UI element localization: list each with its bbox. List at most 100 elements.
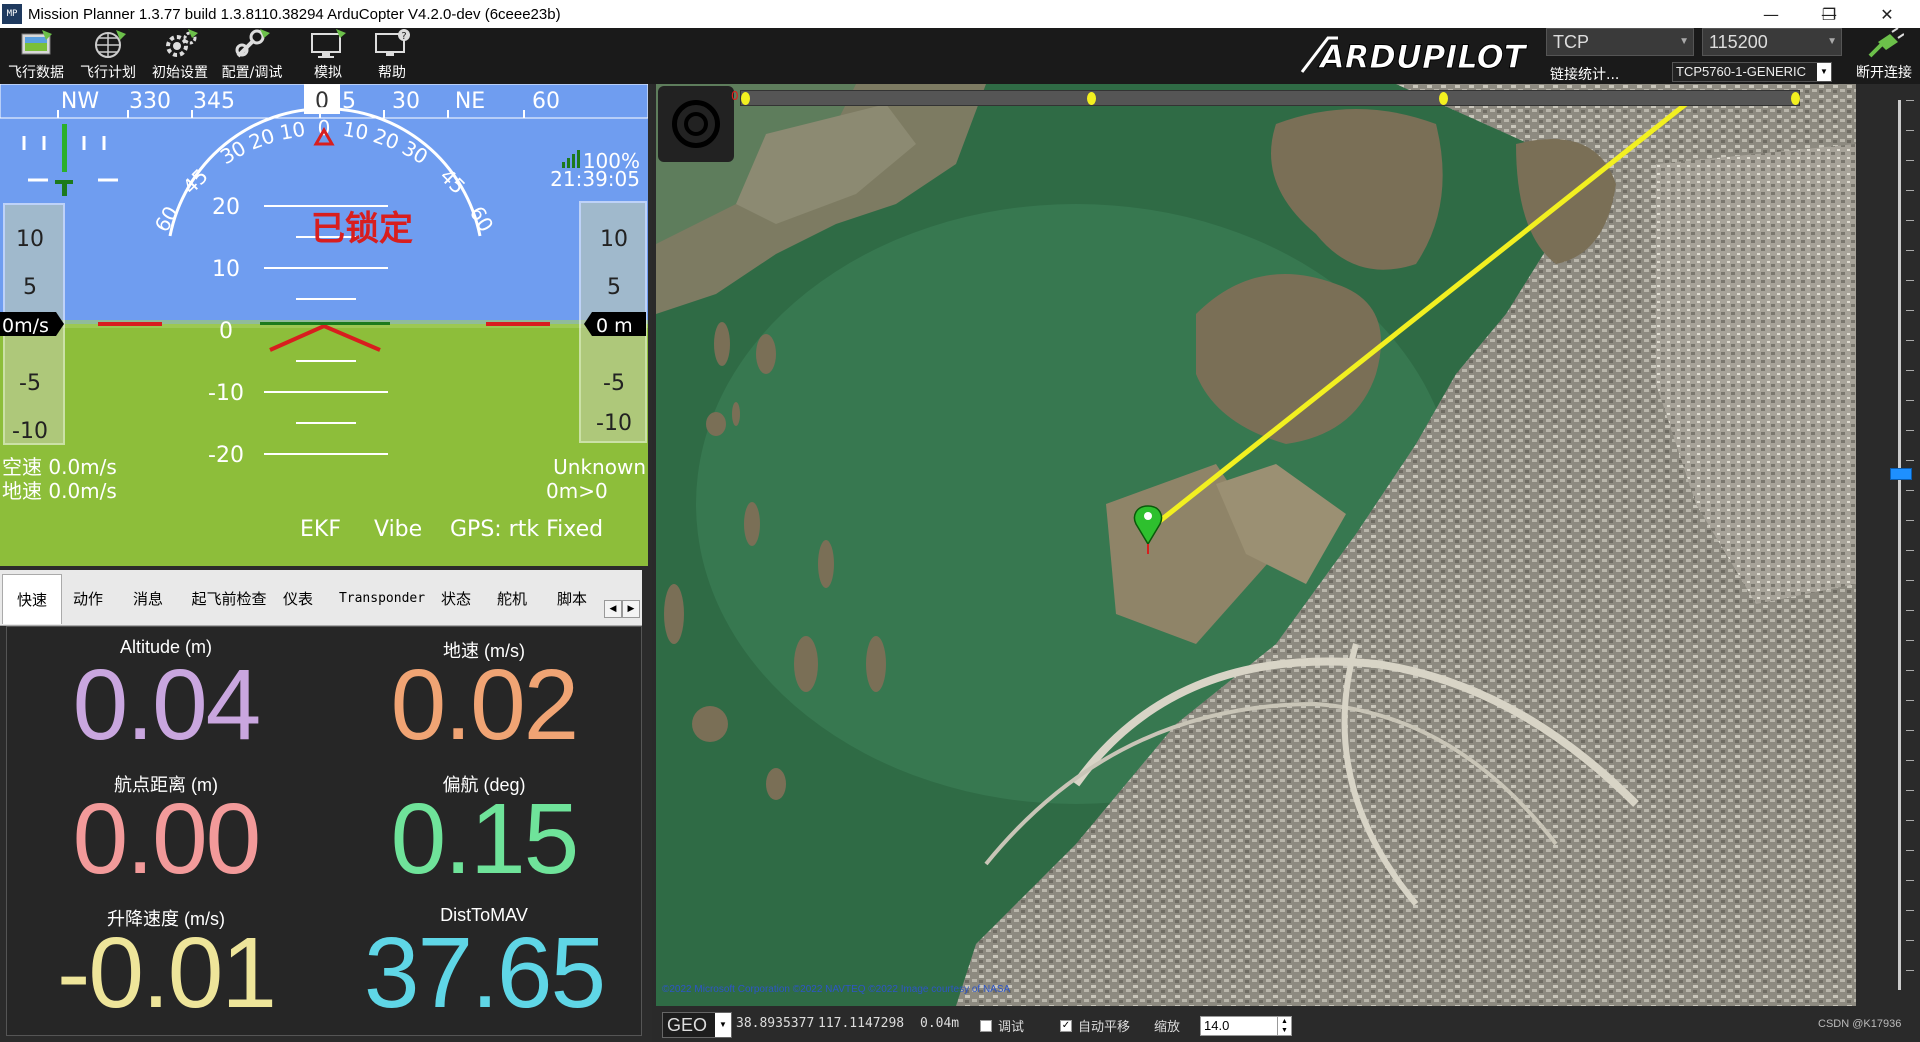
speed-readout: 0m/s [2, 315, 49, 337]
quick-groundspeed-value: 0.02 [390, 649, 580, 761]
baud-rate-value: 115200 [1709, 32, 1768, 52]
quick-dist-to-mav[interactable]: DistToMAV 37.65 [325, 895, 643, 1031]
pitch-tick-label: -20 [208, 443, 244, 468]
hud-time: 21:39:05 [550, 167, 640, 191]
roll-tick-label: 10 [278, 117, 307, 145]
tab-transponder[interactable]: Transponder [330, 576, 434, 620]
timeline-marker[interactable] [1791, 92, 1800, 105]
tab-quick[interactable]: 快速 [2, 574, 62, 624]
main-toolbar: 飞行数据 飞行计划 初始设置 配置/调试 模拟 ? 帮助 ARDUPILOT T… [0, 28, 1920, 84]
timeline-marker[interactable] [1439, 92, 1448, 105]
zoom-slider-thumb[interactable] [1890, 468, 1912, 480]
mission-timeline[interactable]: 0 [731, 89, 1800, 106]
pitch-tick-label: 0 [219, 319, 233, 344]
altitude-readout: 0 m [596, 315, 633, 337]
quick-wp-distance-value: 0.00 [72, 783, 262, 895]
compass-icon[interactable] [658, 86, 734, 162]
zoom-label: 缩放 [1154, 1020, 1181, 1035]
debug-checkbox[interactable] [980, 1020, 992, 1032]
speed-tick-label: 5 [23, 275, 37, 300]
tab-preflight[interactable]: 起飞前检查 [182, 576, 276, 620]
help-icon: ? [375, 29, 410, 56]
flight-plan-button[interactable]: 飞行计划 [72, 28, 144, 84]
debug-label: 调试 [998, 1020, 1025, 1035]
help-label: 帮助 [378, 65, 406, 81]
connection-type-value: TCP [1553, 32, 1589, 52]
quick-wp-distance[interactable]: 航点距离 (m) 0.00 [7, 761, 325, 897]
quick-climb-rate[interactable]: 升降速度 (m/s) -0.01 [7, 895, 325, 1031]
baud-rate-select[interactable]: 115200 ▼ [1702, 28, 1842, 56]
simulation-label: 模拟 [314, 65, 342, 81]
link-stats-link[interactable]: 链接统计... [1550, 64, 1619, 84]
timeline-marker[interactable] [1087, 92, 1096, 105]
tab-actions[interactable]: 动作 [62, 576, 114, 620]
pitch-tick-label: 10 [212, 257, 240, 282]
vibe-status[interactable]: Vibe [374, 517, 422, 542]
device-value: TCP5760-1-GENERIC [1676, 64, 1807, 79]
speed-tick-label: 10 [16, 227, 44, 252]
zoom-slider[interactable] [1880, 100, 1920, 1000]
map-canvas[interactable]: ©2022 Microsoft Corporation ©2022 NAVTEQ… [656, 84, 1856, 1006]
speed-tick-label: -5 [19, 371, 41, 396]
altitude-readout-map: 0.04m [920, 1016, 960, 1031]
autopan-checkbox[interactable]: ✓ [1060, 1020, 1072, 1032]
title-bar: MP Mission Planner 1.3.77 build 1.3.8110… [0, 0, 1920, 28]
tab-status[interactable]: 状态 [434, 576, 478, 620]
coord-system-select[interactable]: GEO ▼ [662, 1012, 732, 1038]
tab-scripts[interactable]: 脚本 [548, 576, 596, 620]
initial-setup-button[interactable]: 初始设置 [144, 28, 216, 84]
restore-button[interactable]: ❐ [1800, 0, 1858, 28]
zoom-stepper[interactable]: 14.0 ▲ ▼ [1200, 1016, 1292, 1036]
csdn-watermark: CSDN @K17936 [1818, 1018, 1902, 1030]
groundspeed-readout: 地速 0.0m/s [2, 479, 117, 503]
waypoint-distance: 0m>0 [546, 479, 608, 503]
latitude-readout: 38.8935377 [736, 1016, 815, 1031]
zoom-slider-ticks [1906, 100, 1914, 990]
quick-altitude[interactable]: Altitude (m) 0.04 [7, 627, 325, 763]
simulation-button[interactable]: 模拟 [292, 28, 364, 84]
tab-prev-button[interactable]: ◀ [604, 600, 622, 618]
chevron-down-icon: ▼ [1817, 63, 1831, 81]
stepper-arrows-icon[interactable]: ▲ ▼ [1277, 1017, 1291, 1035]
connection-type-select[interactable]: TCP ▼ [1546, 28, 1694, 56]
timeline-marker[interactable] [741, 92, 750, 105]
disconnect-label: 断开连接 [1856, 65, 1912, 81]
heading-tick-label: 30 [392, 89, 420, 114]
coord-system-value: GEO [667, 1015, 708, 1035]
flight-mode: Unknown [553, 455, 646, 479]
quick-yaw[interactable]: 偏航 (deg) 0.15 [325, 761, 643, 897]
armed-status: 已锁定 [311, 209, 413, 249]
close-button[interactable]: ✕ [1858, 0, 1916, 28]
chevron-down-icon: ▼ [1827, 36, 1837, 47]
satellite-map[interactable]: ©2022 Microsoft Corporation ©2022 NAVTEQ… [656, 84, 1856, 1006]
minimize-button-2[interactable]: — [1742, 0, 1800, 28]
quick-groundspeed[interactable]: 地速 (m/s) 0.02 [325, 627, 643, 763]
window-title: Mission Planner 1.3.77 build 1.3.8110.38… [28, 5, 561, 23]
heading-tick-label: 330 [129, 89, 171, 114]
pitch-tick-label: 20 [212, 195, 240, 220]
autopan-label: 自动平移 [1078, 1020, 1131, 1035]
disconnect-button[interactable]: 断开连接 [1848, 28, 1920, 84]
altitude-tick-label: -10 [596, 411, 632, 436]
flight-plan-icon [95, 30, 126, 58]
quick-dist-to-mav-value: 37.65 [363, 917, 606, 1029]
device-select[interactable]: TCP5760-1-GENERIC ▼ [1672, 62, 1832, 82]
plug-icon [1868, 28, 1904, 58]
tab-servo[interactable]: 舵机 [490, 576, 534, 620]
flight-data-label: 飞行数据 [8, 65, 64, 81]
quick-panel: Altitude (m) 0.04 地速 (m/s) 0.02 航点距离 (m)… [6, 626, 642, 1036]
roll-tick-label: 10 [341, 117, 370, 145]
config-tuning-button[interactable]: 配置/调试 [216, 28, 288, 84]
flight-plan-label: 飞行计划 [80, 65, 136, 81]
flight-data-icon [21, 30, 52, 55]
timeline-start: 0 [731, 89, 739, 103]
map-attribution: ©2022 Microsoft Corporation ©2022 NAVTEQ… [662, 984, 1011, 995]
chevron-down-icon: ▼ [715, 1013, 731, 1037]
tab-next-button[interactable]: ▶ [622, 600, 640, 618]
tab-gauges[interactable]: 仪表 [276, 576, 320, 620]
ekf-status[interactable]: EKF [300, 517, 341, 542]
tab-messages[interactable]: 消息 [118, 576, 178, 620]
help-button[interactable]: ? 帮助 [356, 28, 428, 84]
flight-data-button[interactable]: 飞行数据 [0, 28, 72, 84]
config-tuning-icon [235, 29, 270, 58]
